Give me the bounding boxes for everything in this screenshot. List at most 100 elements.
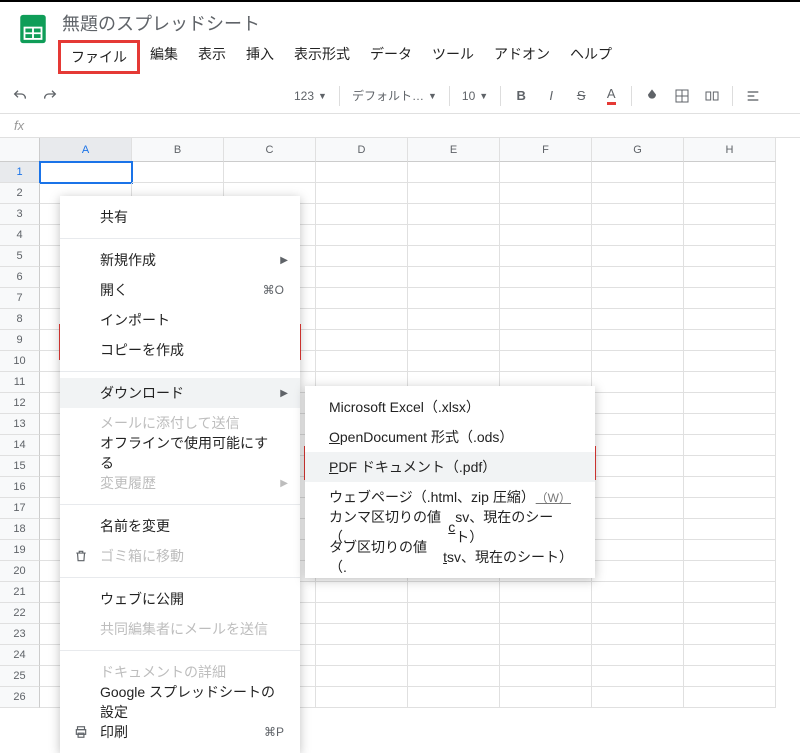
row-header[interactable]: 8 bbox=[0, 309, 40, 330]
cell[interactable] bbox=[500, 624, 592, 645]
cell[interactable] bbox=[592, 603, 684, 624]
menu-import[interactable]: インポート bbox=[60, 305, 300, 335]
cell[interactable] bbox=[592, 624, 684, 645]
cell[interactable] bbox=[684, 288, 776, 309]
column-header[interactable]: D bbox=[316, 138, 408, 162]
cell[interactable] bbox=[500, 246, 592, 267]
row-header[interactable]: 7 bbox=[0, 288, 40, 309]
cell[interactable] bbox=[500, 288, 592, 309]
cell[interactable] bbox=[684, 645, 776, 666]
cell[interactable] bbox=[500, 687, 592, 708]
cell[interactable] bbox=[684, 687, 776, 708]
row-header[interactable]: 22 bbox=[0, 603, 40, 624]
row-header[interactable]: 5 bbox=[0, 246, 40, 267]
row-header[interactable]: 20 bbox=[0, 561, 40, 582]
cell[interactable] bbox=[500, 309, 592, 330]
cell[interactable] bbox=[592, 456, 684, 477]
cell[interactable] bbox=[408, 351, 500, 372]
strikethrough-button[interactable]: S bbox=[567, 82, 595, 110]
column-header[interactable]: E bbox=[408, 138, 500, 162]
cell[interactable] bbox=[592, 498, 684, 519]
cell[interactable] bbox=[592, 372, 684, 393]
row-header[interactable]: 17 bbox=[0, 498, 40, 519]
cell[interactable] bbox=[684, 246, 776, 267]
cell[interactable] bbox=[500, 582, 592, 603]
menu-addons[interactable]: アドオン bbox=[484, 40, 560, 74]
cell[interactable] bbox=[684, 456, 776, 477]
row-header[interactable]: 4 bbox=[0, 225, 40, 246]
cell[interactable] bbox=[684, 393, 776, 414]
cell[interactable] bbox=[592, 309, 684, 330]
column-header[interactable]: F bbox=[500, 138, 592, 162]
cell[interactable] bbox=[592, 477, 684, 498]
cell[interactable] bbox=[684, 330, 776, 351]
row-header[interactable]: 23 bbox=[0, 624, 40, 645]
cell[interactable] bbox=[684, 582, 776, 603]
cell[interactable] bbox=[592, 393, 684, 414]
cell[interactable] bbox=[408, 330, 500, 351]
column-header[interactable]: C bbox=[224, 138, 316, 162]
cell[interactable] bbox=[684, 162, 776, 183]
cell[interactable] bbox=[592, 561, 684, 582]
cell[interactable] bbox=[408, 309, 500, 330]
menu-spreadsheet-settings[interactable]: Google スプレッドシートの設定 bbox=[60, 687, 300, 717]
cell[interactable] bbox=[684, 540, 776, 561]
row-header[interactable]: 13 bbox=[0, 414, 40, 435]
row-header[interactable]: 12 bbox=[0, 393, 40, 414]
cell[interactable] bbox=[684, 414, 776, 435]
row-header[interactable]: 18 bbox=[0, 519, 40, 540]
row-header[interactable]: 3 bbox=[0, 204, 40, 225]
cell[interactable] bbox=[684, 561, 776, 582]
column-header[interactable]: B bbox=[132, 138, 224, 162]
cell[interactable] bbox=[408, 246, 500, 267]
menu-offline[interactable]: オフラインで使用可能にする bbox=[60, 438, 300, 468]
cell[interactable] bbox=[408, 183, 500, 204]
cell[interactable] bbox=[592, 645, 684, 666]
row-header[interactable]: 14 bbox=[0, 435, 40, 456]
cell[interactable] bbox=[592, 267, 684, 288]
menu-file[interactable]: ファイル bbox=[58, 40, 140, 74]
cell[interactable] bbox=[592, 666, 684, 687]
merge-cells-button[interactable] bbox=[698, 82, 726, 110]
cell[interactable] bbox=[316, 267, 408, 288]
cell[interactable] bbox=[500, 351, 592, 372]
menu-new[interactable]: 新規作成▶ bbox=[60, 245, 300, 275]
cell[interactable] bbox=[684, 477, 776, 498]
cell[interactable] bbox=[316, 309, 408, 330]
cell[interactable] bbox=[684, 225, 776, 246]
cell[interactable] bbox=[592, 414, 684, 435]
menu-view[interactable]: 表示 bbox=[188, 40, 236, 74]
cell[interactable] bbox=[408, 225, 500, 246]
cell[interactable] bbox=[592, 582, 684, 603]
cell[interactable] bbox=[684, 267, 776, 288]
cell[interactable] bbox=[316, 225, 408, 246]
cell[interactable] bbox=[316, 582, 408, 603]
cell[interactable] bbox=[684, 309, 776, 330]
row-header[interactable]: 19 bbox=[0, 540, 40, 561]
cell[interactable] bbox=[40, 162, 132, 183]
cell[interactable] bbox=[500, 645, 592, 666]
row-header[interactable]: 2 bbox=[0, 183, 40, 204]
cell[interactable] bbox=[592, 540, 684, 561]
cell[interactable] bbox=[408, 288, 500, 309]
cell[interactable] bbox=[500, 183, 592, 204]
cell[interactable] bbox=[500, 603, 592, 624]
menu-rename[interactable]: 名前を変更 bbox=[60, 511, 300, 541]
cell[interactable] bbox=[592, 204, 684, 225]
cell[interactable] bbox=[316, 330, 408, 351]
cell[interactable] bbox=[684, 498, 776, 519]
cell[interactable] bbox=[592, 687, 684, 708]
menu-open[interactable]: 開く⌘O bbox=[60, 275, 300, 305]
cell[interactable] bbox=[408, 267, 500, 288]
menu-edit[interactable]: 編集 bbox=[140, 40, 188, 74]
download-tsv[interactable]: タブ区切りの値（.tsv、現在のシート） bbox=[305, 542, 595, 572]
cell[interactable] bbox=[684, 603, 776, 624]
cell[interactable] bbox=[592, 435, 684, 456]
cell[interactable] bbox=[408, 687, 500, 708]
cell[interactable] bbox=[500, 162, 592, 183]
menu-help[interactable]: ヘルプ bbox=[560, 40, 622, 74]
menu-format[interactable]: 表示形式 bbox=[284, 40, 360, 74]
row-header[interactable]: 1 bbox=[0, 162, 40, 183]
menu-share[interactable]: 共有 bbox=[60, 202, 300, 232]
text-color-button[interactable]: A bbox=[597, 82, 625, 110]
